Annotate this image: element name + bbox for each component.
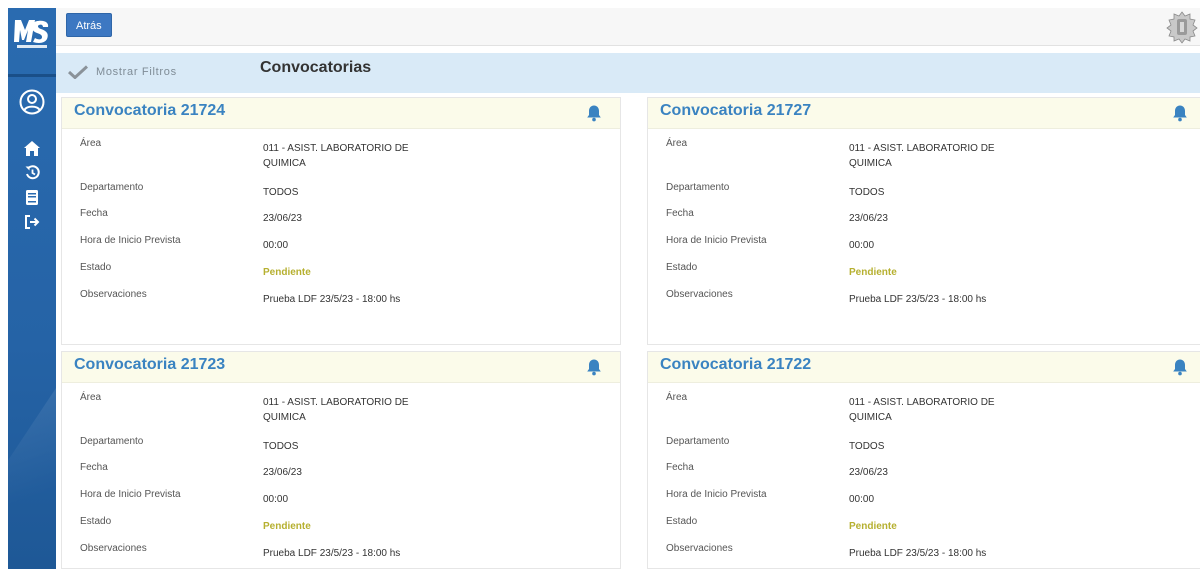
checkmark-icon [68, 65, 88, 79]
institution-seal-icon [1166, 11, 1198, 44]
field-label: Fecha [80, 208, 108, 219]
field-label: Observaciones [666, 543, 733, 554]
field-value-area: 011 - ASIST. LABORATORIO DE QUIMICA [849, 397, 995, 423]
field-label: Área [80, 392, 102, 403]
field-row-area: Área 011 - ASIST. LABORATORIO DE QUIMICA [62, 138, 620, 172]
card-title[interactable]: Convocatoria 21723 [74, 356, 225, 374]
field-value-departamento: TODOS [849, 187, 885, 198]
status-badge: Pendiente [263, 267, 311, 278]
filter-bar: Mostrar Filtros Convocatorias [56, 53, 1200, 93]
field-label: Observaciones [80, 289, 147, 300]
field-label: Hora de Inicio Prevista [80, 235, 181, 246]
card-header: Convocatoria 21724 [62, 98, 620, 129]
status-badge: Pendiente [849, 521, 897, 532]
field-value-area: 011 - ASIST. LABORATORIO DE QUIMICA [849, 143, 995, 169]
top-bar: Atrás [56, 8, 1200, 46]
field-value-area: 011 - ASIST. LABORATORIO DE QUIMICA [263, 143, 409, 169]
field-label: Área [666, 138, 688, 149]
show-filters-toggle[interactable]: Mostrar Filtros [68, 65, 177, 79]
field-value-observaciones: Prueba LDF 23/5/23 - 18:00 hs [263, 294, 401, 305]
show-filters-label: Mostrar Filtros [96, 66, 177, 78]
field-label: Observaciones [666, 289, 733, 300]
convocatoria-card-3: Convocatoria 21722 Área 011 - ASIST. LAB… [647, 351, 1200, 569]
status-badge: Pendiente [849, 267, 897, 278]
sidebar-item-home[interactable] [20, 136, 44, 160]
field-label: Fecha [666, 208, 694, 219]
bell-icon[interactable] [586, 358, 602, 376]
field-value-observaciones: Prueba LDF 23/5/23 - 18:00 hs [849, 548, 987, 559]
field-label: Estado [80, 262, 112, 273]
field-label: Departamento [80, 182, 144, 193]
field-label: Hora de Inicio Prevista [80, 489, 181, 500]
field-value-fecha: 23/06/23 [263, 213, 302, 224]
field-value-fecha: 23/06/23 [849, 467, 888, 478]
field-row-area: Área 011 - ASIST. LABORATORIO DE QUIMICA [648, 138, 1200, 172]
field-value-hora: 00:00 [849, 240, 875, 251]
sidebar [8, 8, 56, 569]
card-header: Convocatoria 21723 [62, 352, 620, 383]
card-header: Convocatoria 21722 [648, 352, 1200, 383]
field-label: Hora de Inicio Prevista [666, 235, 767, 246]
sidebar-decoration [8, 388, 56, 569]
field-label: Departamento [666, 436, 730, 447]
field-value-area: 011 - ASIST. LABORATORIO DE QUIMICA [263, 397, 409, 423]
bell-icon[interactable] [1172, 358, 1188, 376]
history-icon [25, 164, 40, 179]
field-value-fecha: 23/06/23 [849, 213, 888, 224]
logout-icon [25, 215, 40, 229]
sidebar-item-history[interactable] [20, 160, 44, 184]
field-value-hora: 00:00 [263, 494, 289, 505]
sidebar-item-logout[interactable] [20, 210, 44, 234]
sidebar-item-profile[interactable] [18, 88, 46, 116]
card-title[interactable]: Convocatoria 21722 [660, 356, 811, 374]
bell-icon[interactable] [586, 104, 602, 122]
sidebar-separator [8, 74, 56, 77]
card-title[interactable]: Convocatoria 21727 [660, 102, 811, 120]
field-label: Área [666, 392, 688, 403]
card-header: Convocatoria 21727 [648, 98, 1200, 129]
field-value-hora: 00:00 [849, 494, 875, 505]
field-label: Departamento [80, 436, 144, 447]
convocatoria-card-0: Convocatoria 21724 Área 011 - ASIST. LAB… [61, 97, 621, 345]
field-row-area: Área 011 - ASIST. LABORATORIO DE QUIMICA [62, 392, 620, 426]
bell-icon[interactable] [1172, 104, 1188, 122]
status-badge: Pendiente [263, 521, 311, 532]
field-label: Fecha [666, 462, 694, 473]
field-label: Observaciones [80, 543, 147, 554]
field-row-area: Área 011 - ASIST. LABORATORIO DE QUIMICA [648, 392, 1200, 426]
page-title: Convocatorias [260, 59, 372, 76]
field-label: Estado [80, 516, 112, 527]
field-value-observaciones: Prueba LDF 23/5/23 - 18:00 hs [849, 294, 987, 305]
app-logo-icon [14, 20, 49, 48]
field-value-fecha: 23/06/23 [263, 467, 302, 478]
convocatoria-card-2: Convocatoria 21723 Área 011 - ASIST. LAB… [61, 351, 621, 569]
field-label: Estado [666, 262, 698, 273]
field-value-departamento: TODOS [263, 441, 299, 452]
field-label: Departamento [666, 182, 730, 193]
field-value-departamento: TODOS [849, 441, 885, 452]
profile-icon [19, 89, 45, 115]
card-title[interactable]: Convocatoria 21724 [74, 102, 225, 120]
field-label: Área [80, 138, 102, 149]
field-value-hora: 00:00 [263, 240, 289, 251]
field-value-observaciones: Prueba LDF 23/5/23 - 18:00 hs [263, 548, 401, 559]
field-value-departamento: TODOS [263, 187, 299, 198]
field-label: Fecha [80, 462, 108, 473]
field-label: Estado [666, 516, 698, 527]
sidebar-item-book[interactable] [20, 185, 44, 209]
field-label: Hora de Inicio Prevista [666, 489, 767, 500]
home-icon [24, 140, 40, 156]
book-icon [26, 189, 38, 205]
back-button[interactable]: Atrás [66, 13, 112, 37]
convocatoria-card-1: Convocatoria 21727 Área 011 - ASIST. LAB… [647, 97, 1200, 345]
